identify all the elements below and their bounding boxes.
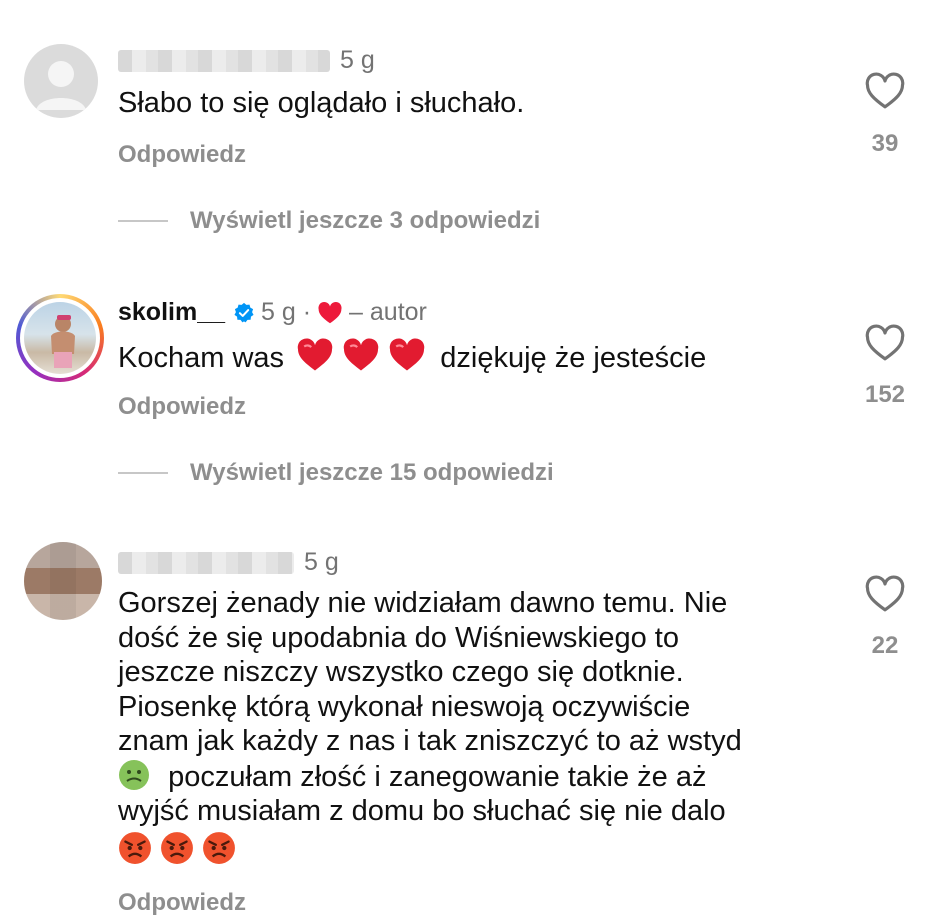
like-button[interactable] bbox=[862, 575, 908, 618]
red-heart-emoji-icon bbox=[297, 338, 333, 371]
timestamp: 5 g bbox=[304, 548, 339, 576]
comment-meta: 5 g bbox=[118, 548, 339, 577]
reply-button[interactable]: Odpowiedz bbox=[118, 393, 246, 421]
comment-text: Kocham was dziękuję że jesteście bbox=[118, 338, 808, 375]
nauseated-face-emoji-icon bbox=[119, 759, 149, 790]
heart-outline-icon bbox=[865, 324, 905, 361]
like-button[interactable] bbox=[862, 324, 908, 367]
like-count: 152 bbox=[864, 381, 906, 408]
angry-emojis bbox=[118, 831, 808, 869]
comment-line-text: poczułam złość i zanegowanie takie że aż bbox=[168, 760, 707, 793]
comment-line: znam jak każdy z nas i tak zniszczyć to … bbox=[118, 725, 742, 757]
view-replies-button[interactable]: Wyświetl jeszcze 3 odpowiedzi bbox=[118, 207, 540, 235]
avatar-story-ring[interactable] bbox=[16, 294, 104, 382]
angry-face-emoji-icon bbox=[203, 831, 236, 864]
divider-line bbox=[118, 220, 168, 222]
angry-face-emoji-icon bbox=[161, 831, 193, 864]
heart-outline-icon bbox=[865, 575, 905, 612]
default-avatar-icon bbox=[36, 61, 86, 110]
comment-line: Piosenkę którą wykonał nieswoją oczywiśc… bbox=[118, 690, 691, 723]
verified-badge-icon bbox=[234, 302, 254, 322]
comment-line: jeszcze niszczy wszystko czego się dotkn… bbox=[118, 656, 684, 688]
reply-button[interactable]: Odpowiedz bbox=[118, 889, 246, 917]
username[interactable]: skolim__ bbox=[118, 298, 225, 327]
comment-line: Gorszej żenady nie widziałam dawno temu.… bbox=[118, 587, 728, 619]
red-heart-emoji-icon bbox=[343, 338, 379, 371]
red-heart-emoji-icon bbox=[389, 338, 425, 371]
comment-text: Gorszej żenady nie widziałam dawno temu.… bbox=[118, 586, 808, 868]
like-count: 39 bbox=[871, 130, 899, 157]
avatar-pixelated[interactable] bbox=[24, 542, 102, 620]
comment-text-part-2: dziękuję że jesteście bbox=[440, 342, 707, 374]
divider-line bbox=[118, 472, 168, 474]
reply-button[interactable]: Odpowiedz bbox=[118, 141, 246, 169]
comment-text-part-1: Kocham was bbox=[118, 342, 285, 374]
view-replies-button[interactable]: Wyświetl jeszcze 15 odpowiedzi bbox=[118, 459, 554, 487]
comment-line: poczułam złość i zanegowanie takie że aż bbox=[118, 759, 808, 795]
like-button[interactable] bbox=[862, 72, 908, 115]
heart-outline-icon bbox=[865, 72, 905, 109]
creator-liked-heart-icon bbox=[318, 301, 342, 323]
blurred-username[interactable] bbox=[118, 49, 330, 72]
comment-meta: 5 g bbox=[118, 46, 375, 75]
blurred-username[interactable] bbox=[118, 551, 294, 574]
like-count: 22 bbox=[871, 632, 899, 659]
timestamp: 5 g · bbox=[261, 298, 312, 326]
angry-face-emoji-icon bbox=[119, 831, 151, 864]
view-replies-label: Wyświetl jeszcze 3 odpowiedzi bbox=[190, 207, 541, 234]
view-replies-label: Wyświetl jeszcze 15 odpowiedzi bbox=[190, 459, 554, 486]
author-label: – autor bbox=[349, 298, 427, 326]
avatar[interactable] bbox=[24, 44, 98, 118]
comment-line: dość że się upodabnia do Wiśniewskiego t… bbox=[118, 621, 679, 654]
comment-text: Słabo to się oglądało i słuchało. bbox=[118, 87, 525, 119]
comment-meta: skolim__ 5 g · – autor bbox=[118, 298, 427, 327]
red-hearts-emoji bbox=[296, 338, 434, 374]
comment-line: wyjść musiałam z domu bo słuchać się nie… bbox=[118, 795, 726, 827]
avatar bbox=[24, 302, 96, 374]
timestamp: 5 g bbox=[340, 46, 375, 74]
